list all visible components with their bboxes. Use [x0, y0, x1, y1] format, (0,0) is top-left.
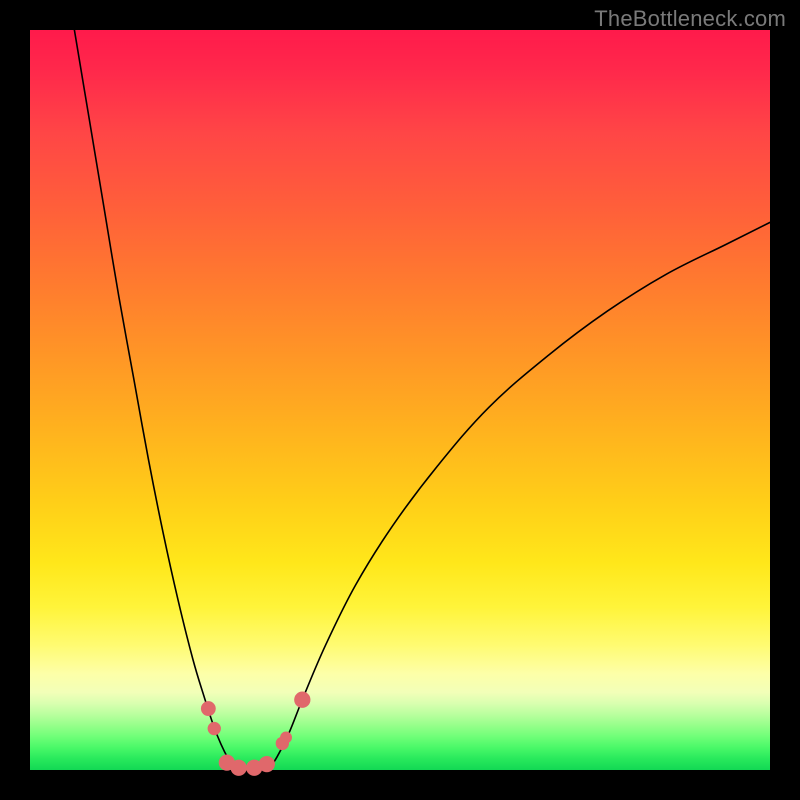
- marker-bottom-b: [231, 760, 247, 776]
- series-left-curve: [74, 30, 234, 768]
- marker-right-c: [294, 692, 310, 708]
- watermark-text: TheBottleneck.com: [594, 6, 786, 32]
- curve-overlay: [30, 30, 770, 770]
- plot-area: [30, 30, 770, 770]
- marker-group: [201, 692, 311, 776]
- marker-left-a: [201, 701, 216, 716]
- marker-left-b: [208, 722, 221, 735]
- chart-frame: TheBottleneck.com: [0, 0, 800, 800]
- series-right-curve: [270, 222, 770, 767]
- curve-group: [74, 30, 770, 770]
- marker-bottom-d: [259, 756, 275, 772]
- marker-right-b: [280, 732, 292, 744]
